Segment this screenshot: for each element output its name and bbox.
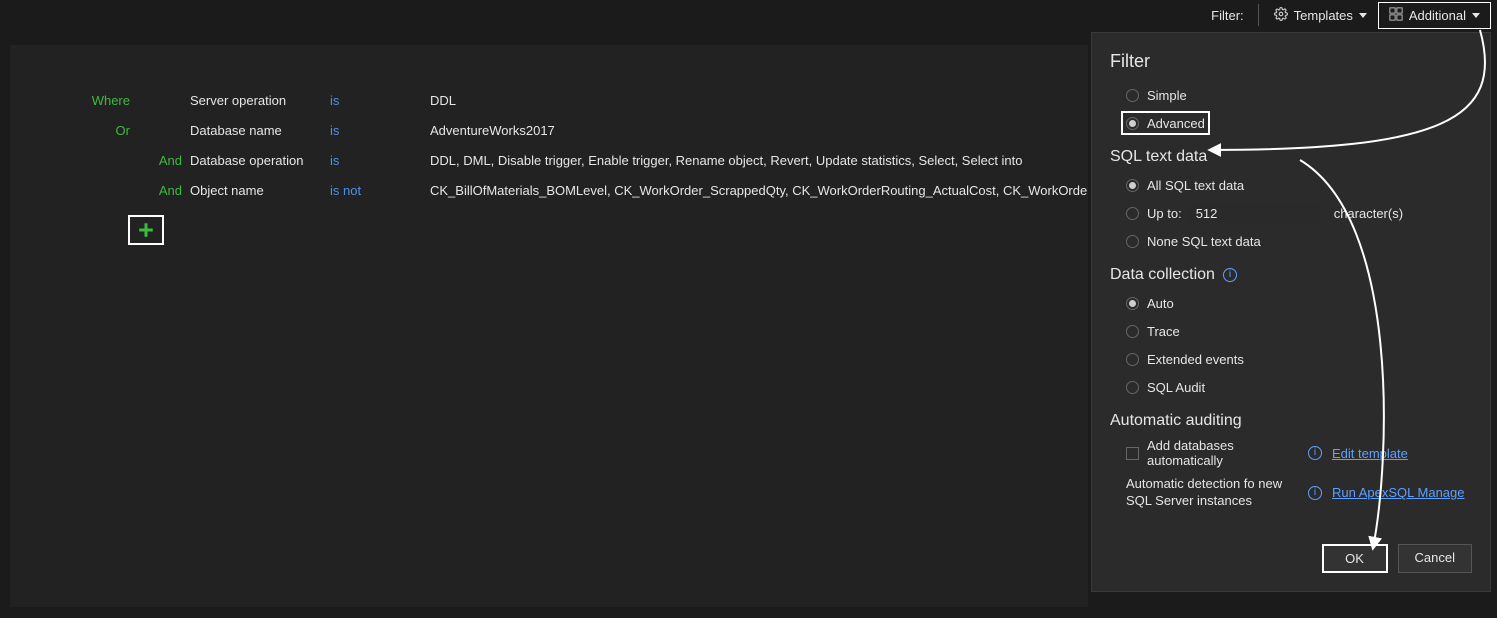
add-db-auto-row: Add databases automatically i Edit templ… [1110,438,1472,468]
filter-rule-row[interactable]: AndDatabase operationisDDL, DML, Disable… [10,145,1088,175]
filter-section-title: Filter [1110,51,1472,72]
sqltext-upto-input[interactable] [1190,203,1320,224]
datacollection-section-title: Data collection i [1110,266,1472,284]
rule-operator[interactable]: Where [10,93,190,108]
sqltext-group: All SQL text data Up to: character(s) No… [1110,174,1472,252]
rule-condition[interactable]: is [330,123,430,138]
rule-value[interactable]: DDL [430,93,1088,108]
radio-icon [1126,325,1139,338]
templates-label: Templates [1294,8,1353,23]
dialog-buttons: OK Cancel [1322,544,1472,573]
sqltext-none-label: None SQL text data [1147,234,1261,249]
rules-list: WhereServer operationisDDLOrDatabase nam… [10,45,1088,205]
characters-suffix: character(s) [1334,206,1403,221]
datacol-ext-label: Extended events [1147,352,1244,367]
sqltext-upto-label: Up to: [1147,206,1182,221]
filter-simple-option[interactable]: Simple [1126,84,1472,106]
filter-simple-label: Simple [1147,88,1187,103]
datacol-audit-label: SQL Audit [1147,380,1205,395]
top-toolbar: Filter: Templates Additional [1201,0,1497,30]
datacol-auto-option[interactable]: Auto [1126,292,1472,314]
sqltext-all-option[interactable]: All SQL text data [1126,174,1472,196]
chevron-down-icon [1359,13,1367,18]
radio-icon [1126,117,1139,130]
rule-operator[interactable]: Or [10,123,190,138]
rule-operator[interactable]: And [10,183,190,198]
additional-label: Additional [1409,8,1466,23]
rule-operator[interactable]: And [10,153,190,168]
datacollection-group: Auto Trace Extended events SQL Audit [1110,292,1472,398]
add-db-auto-option[interactable]: Add databases automatically [1126,438,1304,468]
auto-detect-desc: Automatic detection fo new SQL Server in… [1126,476,1304,510]
templates-dropdown[interactable]: Templates [1263,2,1378,29]
radio-icon [1126,89,1139,102]
edit-template-link[interactable]: Edit template [1332,446,1472,461]
rule-condition[interactable]: is [330,93,430,108]
rule-field[interactable]: Database operation [190,153,330,168]
radio-icon [1126,353,1139,366]
rule-value[interactable]: CK_BillOfMaterials_BOMLevel, CK_WorkOrde… [430,183,1088,198]
radio-icon [1126,235,1139,248]
filter-rule-row[interactable]: WhereServer operationisDDL [10,85,1088,115]
additional-dropdown[interactable]: Additional [1378,2,1491,29]
rule-value[interactable]: AdventureWorks2017 [430,123,1088,138]
radio-icon [1126,297,1139,310]
datacol-audit-option[interactable]: SQL Audit [1126,376,1472,398]
info-icon[interactable]: i [1223,268,1237,282]
info-icon[interactable]: i [1308,486,1322,500]
datacol-trace-option[interactable]: Trace [1126,320,1472,342]
filter-workspace: WhereServer operationisDDLOrDatabase nam… [10,45,1088,607]
cancel-button[interactable]: Cancel [1398,544,1472,573]
filter-advanced-option[interactable]: Advanced [1122,112,1209,134]
plus-icon [137,221,155,239]
rule-field[interactable]: Object name [190,183,330,198]
datacol-ext-option[interactable]: Extended events [1126,348,1472,370]
rule-field[interactable]: Server operation [190,93,330,108]
info-icon[interactable]: i [1308,446,1322,460]
autoaudit-section-title: Automatic auditing [1110,412,1472,430]
rule-condition[interactable]: is not [330,183,430,198]
ok-button[interactable]: OK [1322,544,1388,573]
chevron-down-icon [1472,13,1480,18]
checkbox-icon [1126,447,1139,460]
filter-rule-row[interactable]: OrDatabase nameisAdventureWorks2017 [10,115,1088,145]
add-db-auto-label: Add databases automatically [1147,438,1304,468]
filter-label: Filter: [1201,8,1254,23]
radio-icon [1126,381,1139,394]
filter-rule-row[interactable]: AndObject nameis notCK_BillOfMaterials_B… [10,175,1088,205]
filter-advanced-label: Advanced [1147,116,1205,131]
run-apexsql-link[interactable]: Run ApexSQL Manage [1332,485,1472,500]
additional-options-panel: Filter Simple Advanced SQL text data All… [1091,32,1491,592]
filter-mode-group: Simple Advanced [1110,84,1472,134]
gear-icon [1274,7,1288,24]
radio-icon [1126,207,1139,220]
radio-icon [1126,179,1139,192]
datacollection-title-text: Data collection [1110,266,1215,284]
datacol-trace-label: Trace [1147,324,1180,339]
sqltext-all-label: All SQL text data [1147,178,1244,193]
datacol-auto-label: Auto [1147,296,1174,311]
add-rule-button[interactable] [128,215,164,245]
rule-value[interactable]: DDL, DML, Disable trigger, Enable trigge… [430,153,1088,168]
rule-condition[interactable]: is [330,153,430,168]
sqltext-section-title: SQL text data [1110,148,1472,166]
additional-icon [1389,7,1403,24]
separator [1258,4,1259,26]
rule-field[interactable]: Database name [190,123,330,138]
sqltext-none-option[interactable]: None SQL text data [1126,230,1472,252]
auto-detect-row: Automatic detection fo new SQL Server in… [1110,476,1472,510]
sqltext-upto-option[interactable]: Up to: character(s) [1126,202,1472,224]
